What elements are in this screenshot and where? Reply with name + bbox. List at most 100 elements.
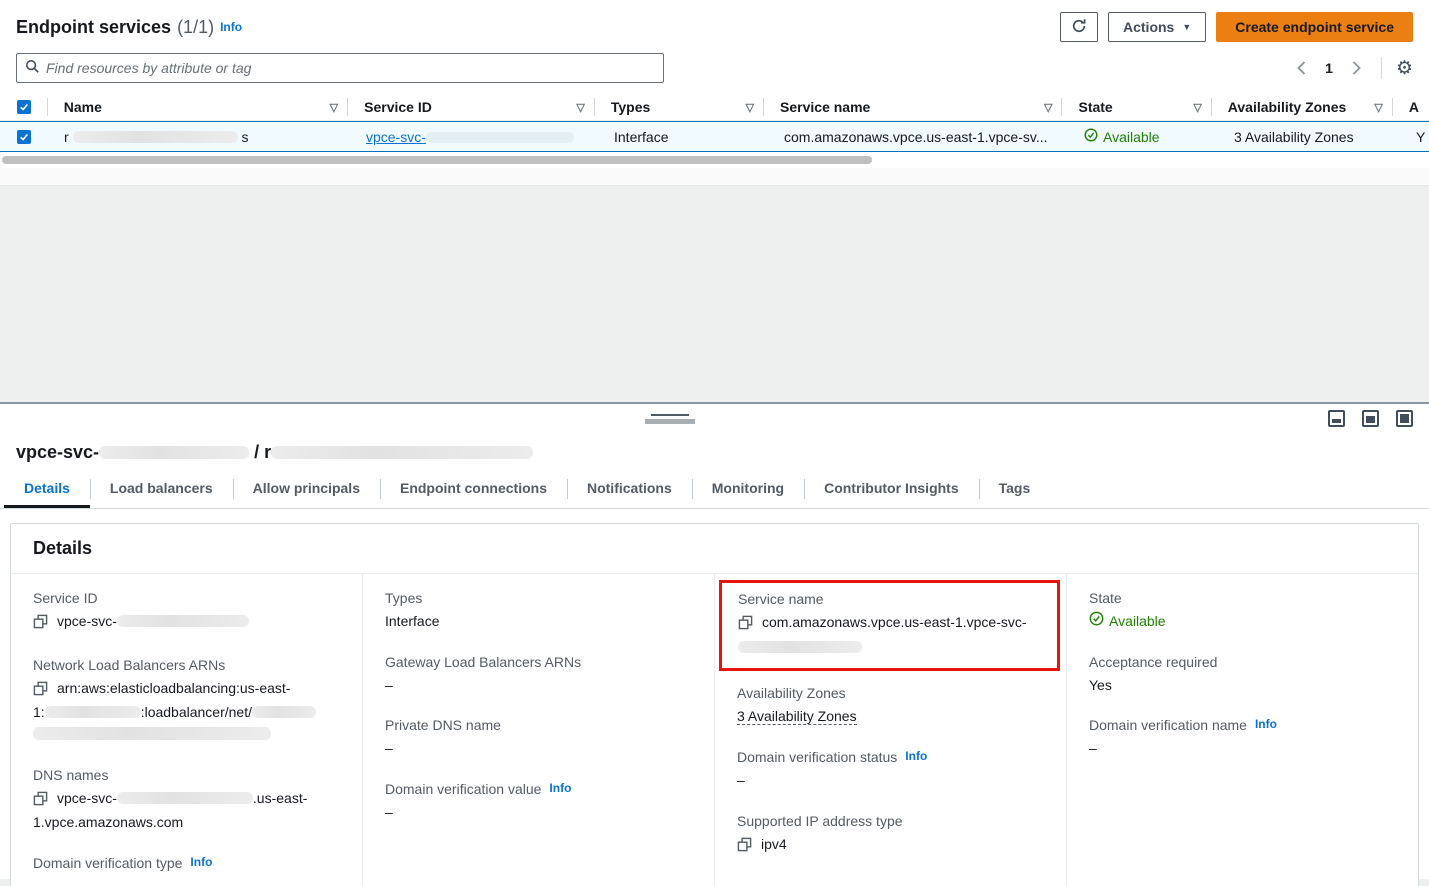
state-field: State Available: [1089, 590, 1394, 633]
info-link[interactable]: Info: [1255, 717, 1277, 731]
tab-notifications[interactable]: Notifications: [567, 473, 692, 508]
status-available-icon: [1089, 611, 1104, 633]
panel-size-full-icon[interactable]: [1396, 410, 1413, 427]
copy-icon[interactable]: [737, 837, 752, 859]
horizontal-scrollbar: [0, 156, 1429, 165]
copy-icon[interactable]: [33, 681, 48, 703]
dns-names-field: DNS names vpce-svc-.us-east- 1.vpce.amaz…: [33, 767, 338, 834]
actions-button-label: Actions: [1123, 19, 1174, 35]
copy-icon[interactable]: [738, 615, 753, 637]
settings-gear-icon[interactable]: ⚙: [1396, 59, 1413, 78]
availability-zones-popover-link[interactable]: 3 Availability Zones: [1234, 129, 1354, 145]
service-id-field: Service ID vpce-svc-: [33, 590, 338, 636]
page-number[interactable]: 1: [1321, 60, 1337, 76]
tab-contributor-insights[interactable]: Contributor Insights: [804, 473, 979, 508]
copy-icon[interactable]: [33, 791, 48, 813]
search-icon: [25, 59, 40, 77]
column-header-service-id[interactable]: Service ID ▽: [348, 94, 595, 120]
panel-size-medium-icon[interactable]: [1362, 410, 1379, 427]
tab-details[interactable]: Details: [4, 473, 90, 508]
cell-types: Interface: [598, 129, 768, 145]
status-available-icon: [1084, 128, 1098, 145]
panel-size-small-icon[interactable]: [1328, 410, 1345, 427]
availability-zones-field: Availability Zones 3 Availability Zones: [737, 685, 1042, 728]
row-select-cell: [0, 130, 48, 144]
tab-allow-principals[interactable]: Allow principals: [233, 473, 380, 508]
header-info-link[interactable]: Info: [220, 20, 242, 34]
search-box[interactable]: [16, 53, 664, 83]
previous-page-icon[interactable]: [1291, 58, 1311, 78]
table-footer-pad: [0, 168, 1429, 186]
column-header-partial[interactable]: A: [1393, 94, 1429, 120]
sort-icon[interactable]: ▽: [746, 101, 754, 114]
status-badge: Available: [1109, 611, 1166, 633]
availability-zones-popover-link[interactable]: 3 Availability Zones: [737, 708, 857, 725]
redacted-text: [45, 706, 141, 718]
split-panel-drag-handle[interactable]: [645, 414, 695, 424]
tab-monitoring[interactable]: Monitoring: [692, 473, 804, 508]
page-header: Endpoint services (1/1) Info: [16, 17, 242, 38]
horizontal-scrollbar-thumb[interactable]: [2, 156, 872, 164]
redacted-text: [117, 615, 249, 627]
domain-verification-name-field: Domain verification name Info –: [1089, 717, 1394, 760]
details-column-1: Service ID vpce-svc- Network Load Balanc…: [11, 574, 362, 886]
sort-icon[interactable]: ▽: [330, 101, 338, 114]
endpoint-services-list-section: Endpoint services (1/1) Info Actions ▼ C…: [0, 0, 1429, 186]
page-background-gap: [0, 186, 1429, 402]
table-header-row: Name ▽ Service ID ▽ Types ▽ Service name…: [0, 94, 1429, 121]
redacted-text: [252, 706, 316, 718]
resource-count: (1/1): [177, 17, 214, 38]
cell-state: Available: [1068, 128, 1218, 145]
redacted-text: [426, 132, 574, 143]
tab-load-balancers[interactable]: Load balancers: [90, 473, 233, 508]
acceptance-required-field: Acceptance required Yes: [1089, 654, 1394, 697]
sort-icon[interactable]: ▽: [1374, 101, 1382, 114]
panel-tabs: Details Load balancers Allow principals …: [0, 473, 1429, 509]
info-link[interactable]: Info: [905, 749, 927, 763]
details-column-4: State Available Acceptance required Yes: [1066, 574, 1418, 886]
gateway-load-balancers-arns-field: Gateway Load Balancers ARNs –: [385, 654, 690, 697]
redacted-text: [738, 641, 862, 653]
details-column-3: Service name com.amazonaws.vpce.us-east-…: [714, 574, 1066, 886]
panel-title: vpce-svc- / r: [0, 438, 1429, 473]
redacted-text: [73, 131, 238, 143]
column-header-state[interactable]: State ▽: [1062, 94, 1211, 120]
column-header-types[interactable]: Types ▽: [595, 94, 764, 120]
domain-verification-type-field: Domain verification type Info –: [33, 855, 338, 886]
details-card-heading: Details: [11, 524, 1418, 574]
info-link[interactable]: Info: [190, 855, 212, 869]
column-header-availability-zones[interactable]: Availability Zones ▽: [1212, 94, 1393, 120]
cell-service-name: com.amazonaws.vpce.us-east-1.vpce-sv...: [768, 129, 1068, 145]
copy-icon[interactable]: [33, 614, 48, 636]
service-id-link[interactable]: vpce-svc-: [366, 129, 574, 145]
cell-availability-zones: 3 Availability Zones: [1218, 129, 1400, 145]
column-header-name[interactable]: Name ▽: [48, 94, 348, 120]
table-row[interactable]: r s vpce-svc- Interface com.amazonaws.vp…: [0, 121, 1429, 152]
tab-tags[interactable]: Tags: [979, 473, 1051, 508]
details-card: Details Service ID vpce-svc- Network Loa…: [10, 523, 1419, 886]
redacted-text: [99, 446, 249, 459]
search-input[interactable]: [46, 60, 655, 76]
actions-button[interactable]: Actions ▼: [1108, 12, 1206, 42]
column-header-service-name[interactable]: Service name ▽: [764, 94, 1062, 120]
network-load-balancers-arns-field: Network Load Balancers ARNs arn:aws:elas…: [33, 657, 338, 746]
next-page-icon[interactable]: [1347, 58, 1367, 78]
create-endpoint-service-button[interactable]: Create endpoint service: [1216, 12, 1413, 42]
refresh-button[interactable]: [1060, 12, 1098, 42]
select-all-checkbox[interactable]: [17, 100, 31, 114]
sort-icon[interactable]: ▽: [1193, 101, 1201, 114]
chevron-down-icon: ▼: [1182, 22, 1191, 32]
domain-verification-status-field: Domain verification status Info –: [737, 749, 1042, 792]
cell-name: r s: [48, 129, 350, 145]
row-checkbox[interactable]: [17, 130, 31, 144]
tab-endpoint-connections[interactable]: Endpoint connections: [380, 473, 567, 508]
split-panel: vpce-svc- / r Details Load balancers All…: [0, 402, 1429, 879]
sort-icon[interactable]: ▽: [576, 101, 584, 114]
divider: [1381, 57, 1382, 79]
info-link[interactable]: Info: [549, 781, 571, 795]
redacted-text: [117, 792, 253, 804]
sort-icon[interactable]: ▽: [1044, 101, 1052, 114]
cell-service-id: vpce-svc-: [350, 129, 598, 145]
domain-verification-value-field: Domain verification value Info –: [385, 781, 690, 824]
redacted-text: [33, 727, 271, 740]
